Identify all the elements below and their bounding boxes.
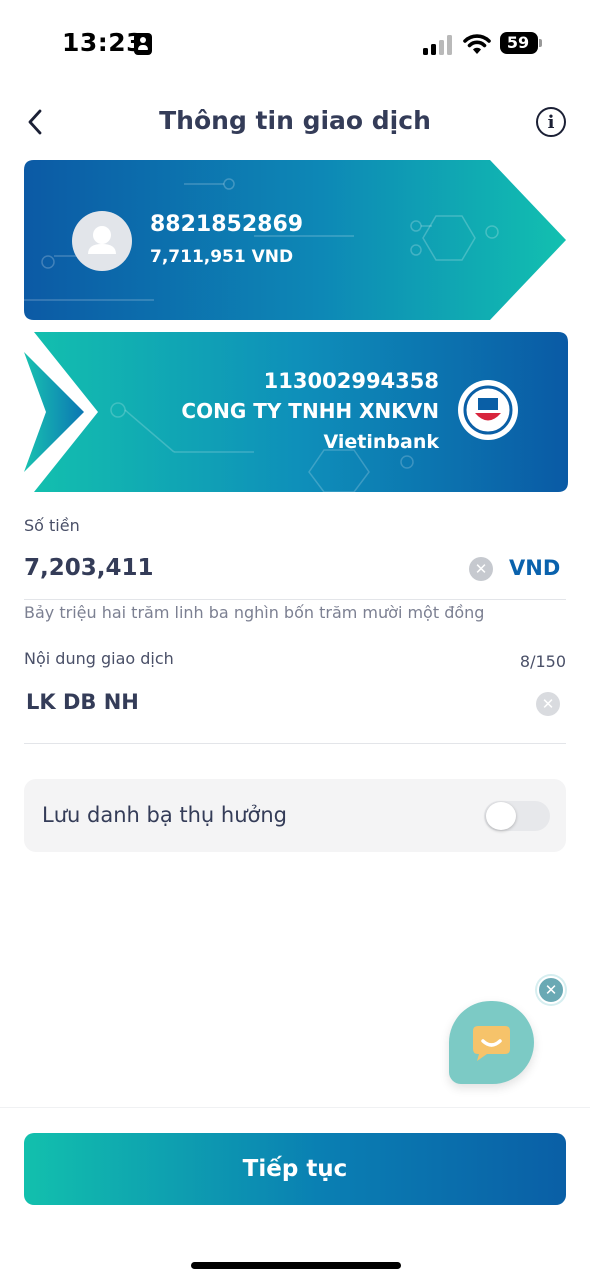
- clear-amount-button[interactable]: ✕: [469, 557, 493, 581]
- bottom-separator: [0, 1107, 590, 1108]
- chat-close-button[interactable]: ✕: [537, 976, 565, 1004]
- cellular-signal-icon: [423, 35, 453, 55]
- id-card-icon: [134, 33, 152, 55]
- status-time: 13:23: [62, 28, 145, 57]
- battery-tip: [539, 39, 542, 47]
- destination-bank: Vietinbank: [323, 431, 439, 453]
- user-icon: [88, 226, 116, 254]
- chat-button[interactable]: [449, 1001, 534, 1084]
- source-balance: 7,711,951 VND: [150, 247, 294, 267]
- info-button[interactable]: i: [536, 107, 566, 137]
- home-indicator: [191, 1262, 401, 1269]
- save-contact-row: Lưu danh bạ thụ hưởng: [24, 779, 566, 852]
- status-bar: 13:23 59: [0, 0, 590, 88]
- content-input[interactable]: LK DB NH: [26, 690, 139, 714]
- currency-label: VND: [509, 556, 561, 580]
- chat-icon: [473, 1026, 510, 1061]
- amount-label: Số tiền: [24, 516, 80, 535]
- avatar: [72, 211, 132, 271]
- battery-level: 59: [506, 33, 530, 52]
- content-divider: [24, 743, 566, 744]
- transaction-info-screen: 13:23 59 Thông tin giao dịch i 882185286…: [0, 0, 590, 1280]
- clear-icon: ✕: [541, 695, 555, 713]
- battery-icon: 59: [500, 32, 538, 54]
- info-icon: i: [547, 111, 555, 133]
- source-account-card: 8821852869 7,711,951 VND: [24, 160, 568, 322]
- clear-content-button[interactable]: ✕: [536, 692, 560, 716]
- clear-icon: ✕: [474, 560, 488, 578]
- vietinbank-logo: [458, 380, 518, 440]
- close-icon: ✕: [544, 981, 558, 999]
- destination-name: CONG TY TNHH XNKVN: [181, 399, 439, 423]
- amount-in-words: Bảy triệu hai trăm linh ba nghìn bốn tră…: [24, 603, 485, 622]
- content-label: Nội dung giao dịch: [24, 649, 174, 668]
- char-counter: 8/150: [519, 652, 566, 671]
- amount-input[interactable]: 7,203,411: [24, 555, 154, 581]
- destination-account-card: 113002994358 CONG TY TNHH XNKVN Vietinba…: [24, 332, 568, 492]
- wifi-icon: [463, 34, 491, 54]
- save-contact-toggle[interactable]: [484, 801, 550, 831]
- page-title: Thông tin giao dịch: [159, 106, 431, 135]
- source-account-number: 8821852869: [150, 212, 304, 237]
- continue-button[interactable]: Tiếp tục: [24, 1133, 566, 1205]
- save-contact-label: Lưu danh bạ thụ hưởng: [42, 803, 287, 827]
- destination-account-number: 113002994358: [263, 369, 439, 393]
- toggle-knob: [486, 802, 516, 830]
- amount-divider: [24, 599, 566, 600]
